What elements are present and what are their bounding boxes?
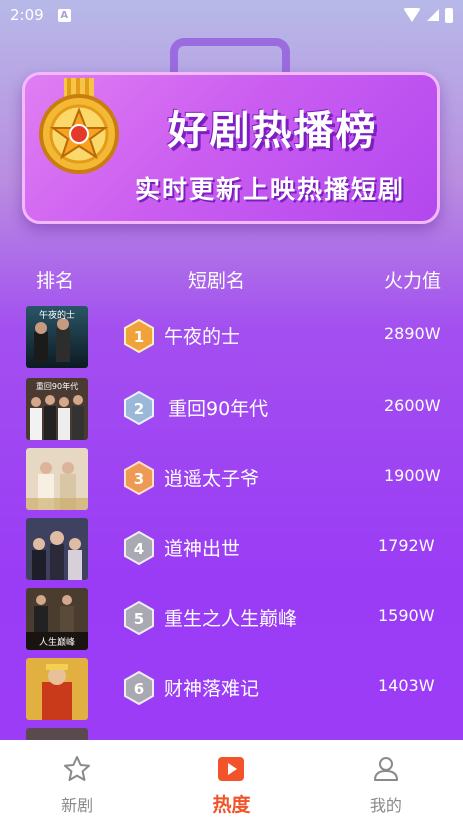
- drama-thumbnail[interactable]: 午夜的士: [26, 306, 88, 368]
- header-heat: 火力值: [384, 270, 442, 292]
- tab-new-dramas[interactable]: 新剧: [0, 740, 154, 824]
- user-icon: [373, 757, 398, 781]
- rank-5-badge-icon: 5: [124, 600, 154, 636]
- svg-text:3: 3: [134, 470, 144, 488]
- drama-thumbnail[interactable]: 重回90年代: [26, 378, 88, 440]
- svg-text:6: 6: [134, 680, 144, 698]
- tab-label: 新剧: [61, 796, 94, 815]
- drama-thumbnail[interactable]: [26, 448, 88, 510]
- ranking-row[interactable]: 午夜的士 1 午夜的士 2890W: [0, 306, 463, 370]
- ranking-row[interactable]: 人生巅峰 5 重生之人生巅峰 1590W: [0, 588, 463, 652]
- tab-mine[interactable]: 我的: [309, 740, 463, 824]
- drama-title[interactable]: 逍遥太子爷: [164, 464, 259, 491]
- drama-title[interactable]: 财神落难记: [164, 674, 259, 701]
- banner-subtitle: 实时更新上映热播短剧: [134, 175, 405, 204]
- rank-1-badge-icon: 1: [124, 318, 154, 354]
- play-icon: [218, 757, 245, 781]
- status-bar: 2:09 A: [0, 0, 463, 30]
- ranking-row[interactable]: 6 财神落难记 1403W: [0, 658, 463, 722]
- rank-2-badge-icon: 2: [124, 390, 154, 426]
- drama-heat: 1403W: [378, 676, 435, 695]
- wifi-icon: [403, 8, 421, 22]
- header-drama-name: 短剧名: [188, 270, 246, 292]
- ranking-table-header: 排名 短剧名 火力值: [0, 266, 463, 296]
- bottom-tab-bar: 新剧 热度 我的: [0, 740, 463, 824]
- svg-text:1: 1: [134, 328, 144, 346]
- ranking-row[interactable]: 3 逍遥太子爷 1900W: [0, 448, 463, 512]
- drama-thumbnail[interactable]: [26, 518, 88, 580]
- ranking-row[interactable]: 重回90年代 2 重回90年代 2600W: [0, 378, 463, 442]
- drama-title[interactable]: 重回90年代: [168, 394, 268, 421]
- status-icons: [403, 7, 453, 23]
- drama-heat: 2890W: [384, 324, 441, 343]
- drama-heat: 2600W: [384, 396, 441, 415]
- drama-heat: 1590W: [378, 606, 435, 625]
- svg-text:午夜的士: 午夜的士: [39, 309, 75, 321]
- drama-heat: 1792W: [378, 536, 435, 555]
- drama-thumbnail[interactable]: [26, 658, 88, 720]
- drama-thumbnail[interactable]: 人生巅峰: [26, 588, 88, 650]
- medal-icon: [39, 78, 119, 174]
- status-time: 2:09: [10, 6, 44, 24]
- rank-4-badge-icon: 4: [124, 530, 154, 566]
- star-icon: [64, 756, 91, 781]
- svg-text:4: 4: [134, 540, 144, 558]
- svg-text:5: 5: [134, 610, 144, 628]
- drama-title[interactable]: 午夜的士: [164, 322, 240, 349]
- banner-title: 好剧热播榜: [167, 108, 378, 154]
- ranking-row[interactable]: 4 道神出世 1792W: [0, 518, 463, 582]
- rank-3-badge-icon: 3: [124, 460, 154, 496]
- svg-text:重回90年代: 重回90年代: [36, 381, 78, 391]
- signal-icon: [427, 9, 439, 21]
- battery-icon: [445, 7, 453, 23]
- tab-heat[interactable]: 热度: [154, 740, 308, 824]
- rank-6-badge-icon: 6: [124, 670, 154, 706]
- svg-text:2: 2: [134, 400, 144, 418]
- tab-label: 我的: [369, 796, 402, 815]
- tab-label: 热度: [212, 794, 251, 816]
- drama-heat: 1900W: [384, 466, 441, 485]
- svg-text:人生巅峰: 人生巅峰: [39, 636, 75, 648]
- drama-title[interactable]: 重生之人生巅峰: [164, 604, 297, 631]
- header-rank: 排名: [36, 270, 75, 292]
- notification-icon: A: [57, 8, 71, 22]
- drama-title[interactable]: 道神出世: [164, 534, 240, 561]
